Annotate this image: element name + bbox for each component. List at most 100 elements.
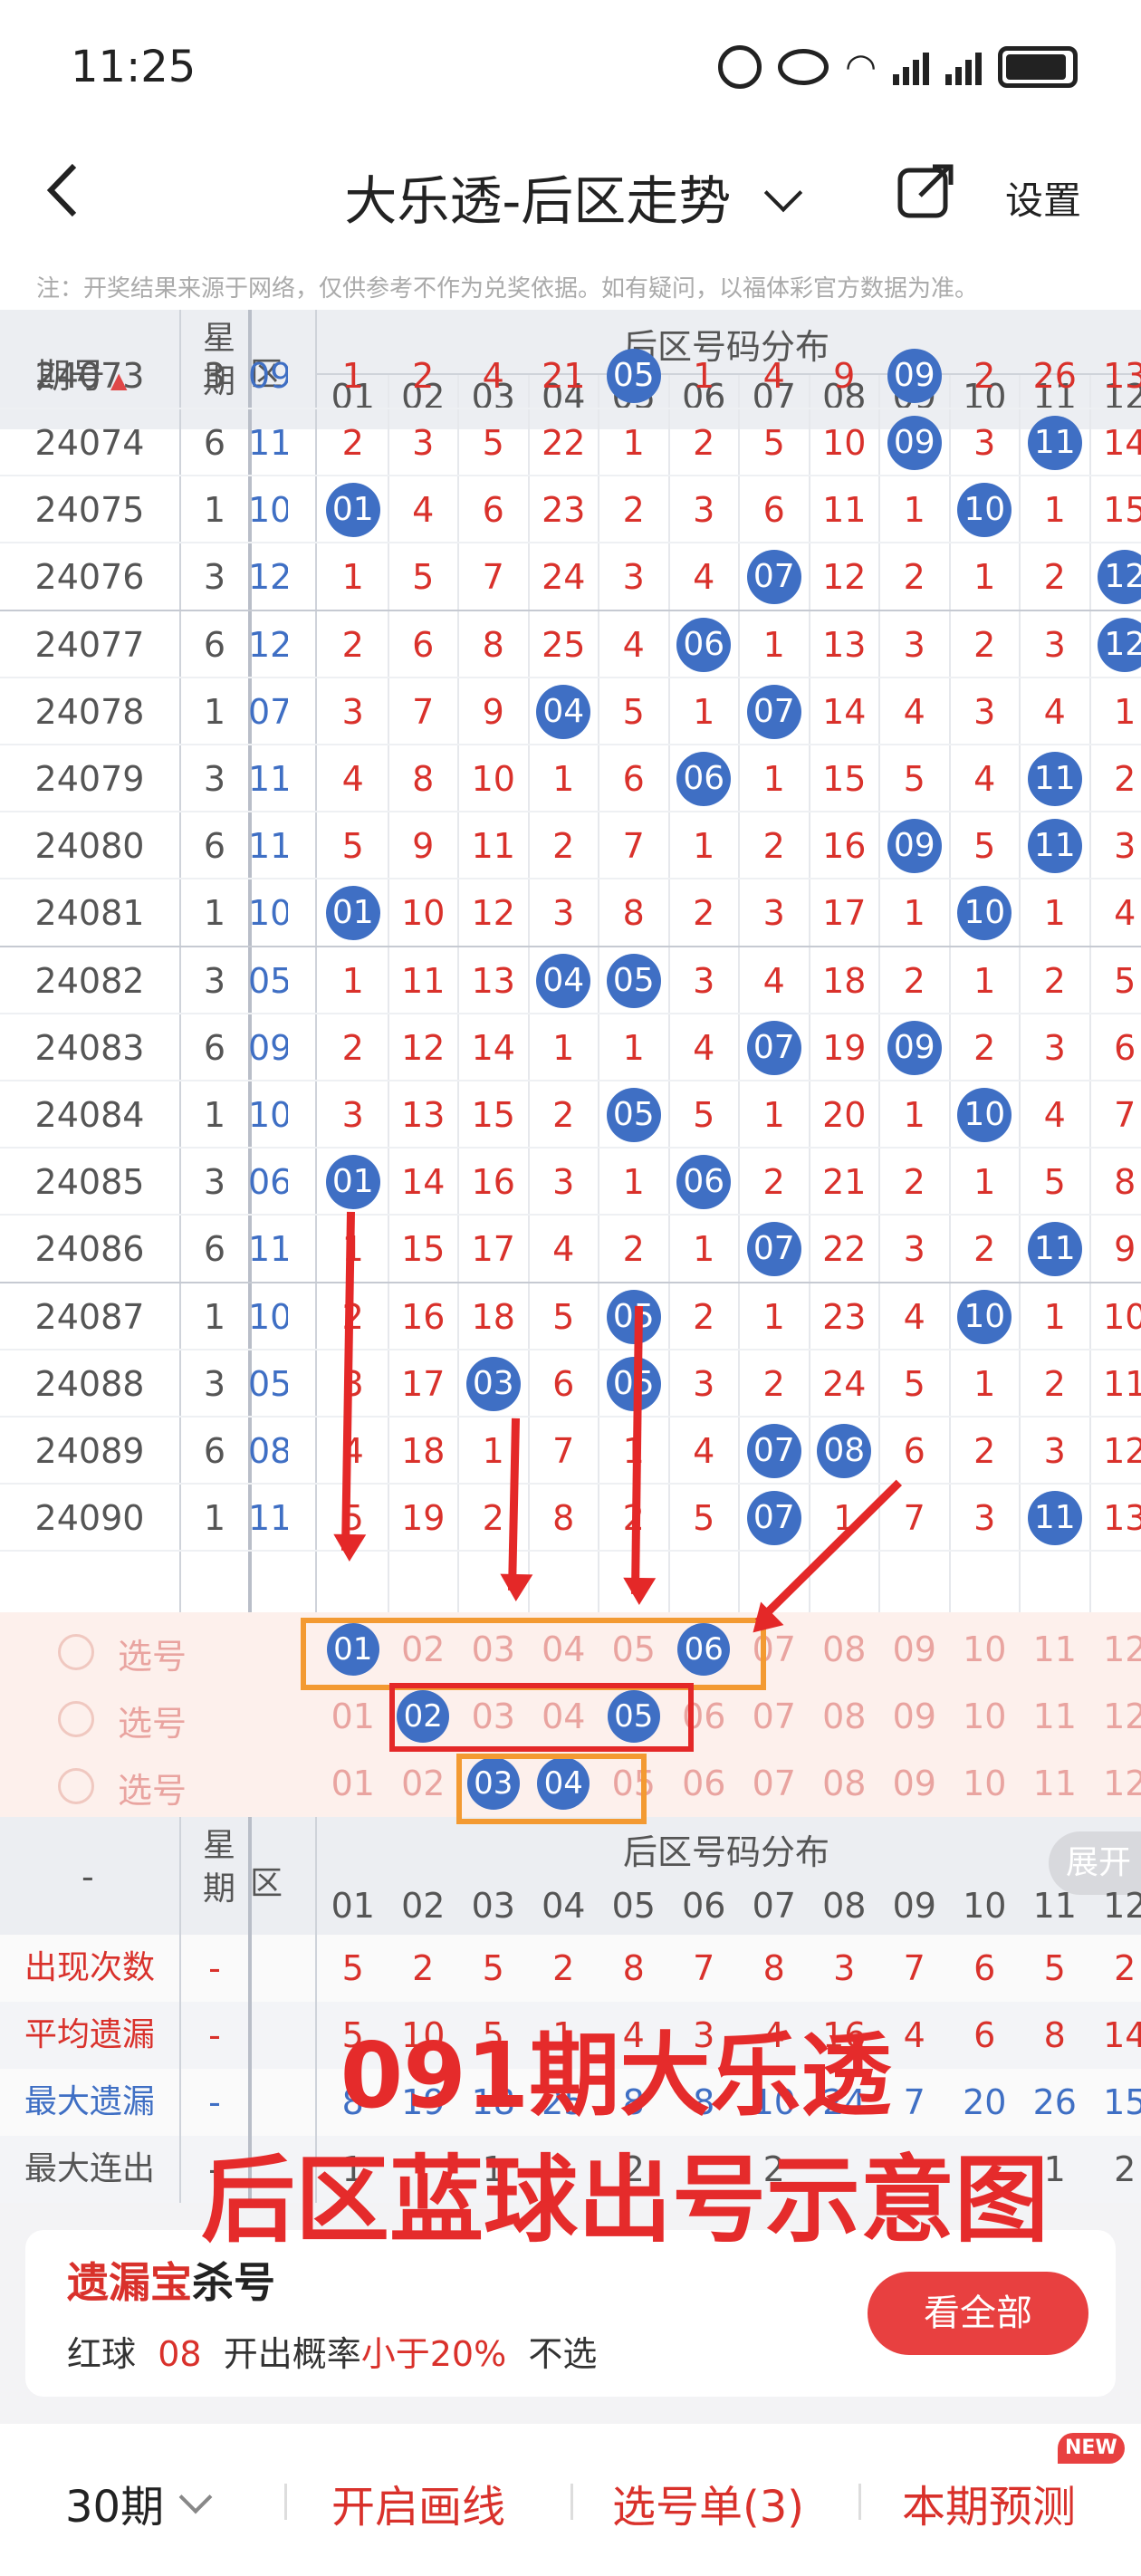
miss-count: 6 [622, 759, 645, 799]
number-ball[interactable]: 10 [957, 483, 1012, 538]
pick-number[interactable]: 08 [810, 1750, 880, 1817]
stats-label: 最大连出 [24, 2150, 155, 2187]
table-row-period: 24083 [34, 1027, 145, 1068]
number-ball[interactable]: 06 [676, 752, 732, 806]
pick-number[interactable]: 01 [318, 1750, 388, 1817]
number-ball[interactable]: 12 [1098, 550, 1141, 605]
number-ball[interactable]: 11 [1027, 819, 1082, 874]
view-all-button[interactable]: 看全部 [868, 2272, 1088, 2355]
stats-value: 2 [412, 1948, 435, 1988]
number-ball[interactable]: 11 [1027, 752, 1082, 806]
number-ball[interactable]: 10 [957, 1088, 1012, 1142]
pick-number[interactable]: 10 [950, 1616, 1021, 1683]
table-row-week: 3 [203, 1162, 226, 1203]
number-ball[interactable]: 01 [325, 1155, 380, 1210]
table-row-zone: 10 [248, 893, 288, 934]
miss-count: 9 [482, 691, 504, 732]
chevron-down-icon[interactable] [763, 173, 802, 213]
miss-count: 4 [1043, 691, 1066, 732]
number-ball[interactable]: 05 [606, 953, 661, 1008]
pick-number[interactable]: 12 [1090, 1616, 1141, 1683]
miss-count: 1 [341, 960, 364, 1001]
miss-count: 16 [401, 1296, 446, 1337]
miss-count: 8 [1114, 1162, 1136, 1203]
page-title[interactable]: 大乐透-后区走势 [0, 159, 1141, 235]
header-number-11: 11 [1032, 1886, 1077, 1926]
number-ball[interactable]: 07 [746, 1222, 801, 1277]
pick-number[interactable]: 09 [879, 1750, 950, 1817]
number-ball[interactable]: 06 [676, 617, 732, 672]
number-ball[interactable]: 11 [1027, 1491, 1082, 1546]
pick-label[interactable]: 选号 [118, 1696, 187, 1745]
pick-number[interactable]: 11 [1020, 1683, 1090, 1750]
number-ball[interactable]: 10 [957, 886, 1012, 941]
number-ball[interactable]: 04 [536, 953, 591, 1008]
header-number-07: 07 [752, 1886, 796, 1926]
pick-number[interactable]: 01 [318, 1683, 388, 1750]
pick-number[interactable]: 07 [739, 1683, 810, 1750]
number-ball[interactable]: 06 [676, 1155, 732, 1210]
miss-count: 5 [973, 826, 996, 867]
miss-count: 1 [973, 557, 996, 598]
radio-button[interactable] [58, 1768, 94, 1804]
pick-label[interactable]: 选号 [118, 1629, 187, 1678]
pick-number[interactable]: 11 [1020, 1750, 1090, 1817]
miss-count: 7 [412, 691, 435, 732]
card-title: 杀号 [192, 2258, 275, 2307]
table-row-zone: 11 [248, 826, 288, 867]
number-ball[interactable]: 04 [536, 684, 591, 739]
pick-number[interactable]: 02 [388, 1750, 459, 1817]
pick-number[interactable]: 08 [810, 1616, 880, 1683]
pick-number[interactable]: 12 [1090, 1683, 1141, 1750]
pick-number[interactable]: 07 [739, 1750, 810, 1817]
number-ball[interactable]: 08 [817, 1424, 872, 1478]
radio-button[interactable] [58, 1701, 94, 1737]
number-ball[interactable]: 11 [1027, 1222, 1082, 1277]
miss-count: 20 [822, 1095, 867, 1135]
radio-button[interactable] [58, 1634, 94, 1670]
number-ball[interactable]: 07 [746, 1491, 801, 1546]
pick-number[interactable]: 09 [879, 1683, 950, 1750]
settings-button[interactable]: 设置 [1005, 170, 1081, 226]
pick-number[interactable]: 10 [950, 1683, 1021, 1750]
pick-number[interactable]: 08 [810, 1683, 880, 1750]
share-icon[interactable] [896, 161, 956, 225]
table-row-period: 24080 [34, 826, 145, 867]
number-ball[interactable]: 07 [746, 550, 801, 605]
group-divider [0, 945, 1141, 947]
miss-count: 11 [822, 490, 867, 531]
pick-number[interactable]: 10 [950, 1750, 1021, 1817]
number-ball[interactable]: 01 [325, 483, 380, 538]
number-ball[interactable]: 07 [746, 684, 801, 739]
miss-count: 2 [693, 893, 715, 934]
miss-count: 2 [552, 1095, 575, 1135]
number-ball[interactable]: 07 [746, 1424, 801, 1478]
periods-select[interactable]: 30期 [65, 2471, 213, 2534]
highlight-box [301, 1618, 766, 1690]
number-ball[interactable]: 03 [465, 1356, 521, 1411]
stats-label: 最大遗漏 [24, 2083, 155, 2120]
pick-number[interactable]: 12 [1090, 1750, 1141, 1817]
miss-count: 18 [401, 1431, 446, 1471]
number-ball[interactable]: 10 [957, 1289, 1012, 1344]
pick-number[interactable]: 11 [1020, 1616, 1090, 1683]
pick-label[interactable]: 选号 [118, 1763, 187, 1812]
miss-count: 7 [1114, 1095, 1136, 1135]
number-ball[interactable]: 07 [746, 1020, 801, 1075]
arrow-head [622, 1577, 657, 1606]
number-ball[interactable]: 01 [325, 886, 380, 941]
pick-number[interactable]: 09 [879, 1616, 950, 1683]
disclaimer: 注：开奖结果来源于网络，仅供参考不作为兑奖依据。如有疑问，以福体彩官方数据为准。 [36, 275, 979, 303]
miss-count: 11 [471, 826, 515, 867]
chevron-down-icon[interactable] [178, 2480, 213, 2514]
miss-count: 19 [401, 1498, 446, 1539]
number-ball[interactable]: 05 [606, 1088, 661, 1142]
draw-line-button[interactable]: 开启画线 [331, 2471, 505, 2534]
prediction-button[interactable]: 本期预测 [902, 2471, 1076, 2534]
pick-number[interactable]: 06 [669, 1750, 740, 1817]
number-ball[interactable]: 09 [887, 819, 942, 874]
pick-list-button[interactable]: 选号单(3) [612, 2471, 804, 2534]
number-ball[interactable]: 12 [1098, 617, 1141, 672]
miss-count: 21 [822, 1162, 867, 1203]
number-ball[interactable]: 09 [887, 1020, 942, 1075]
